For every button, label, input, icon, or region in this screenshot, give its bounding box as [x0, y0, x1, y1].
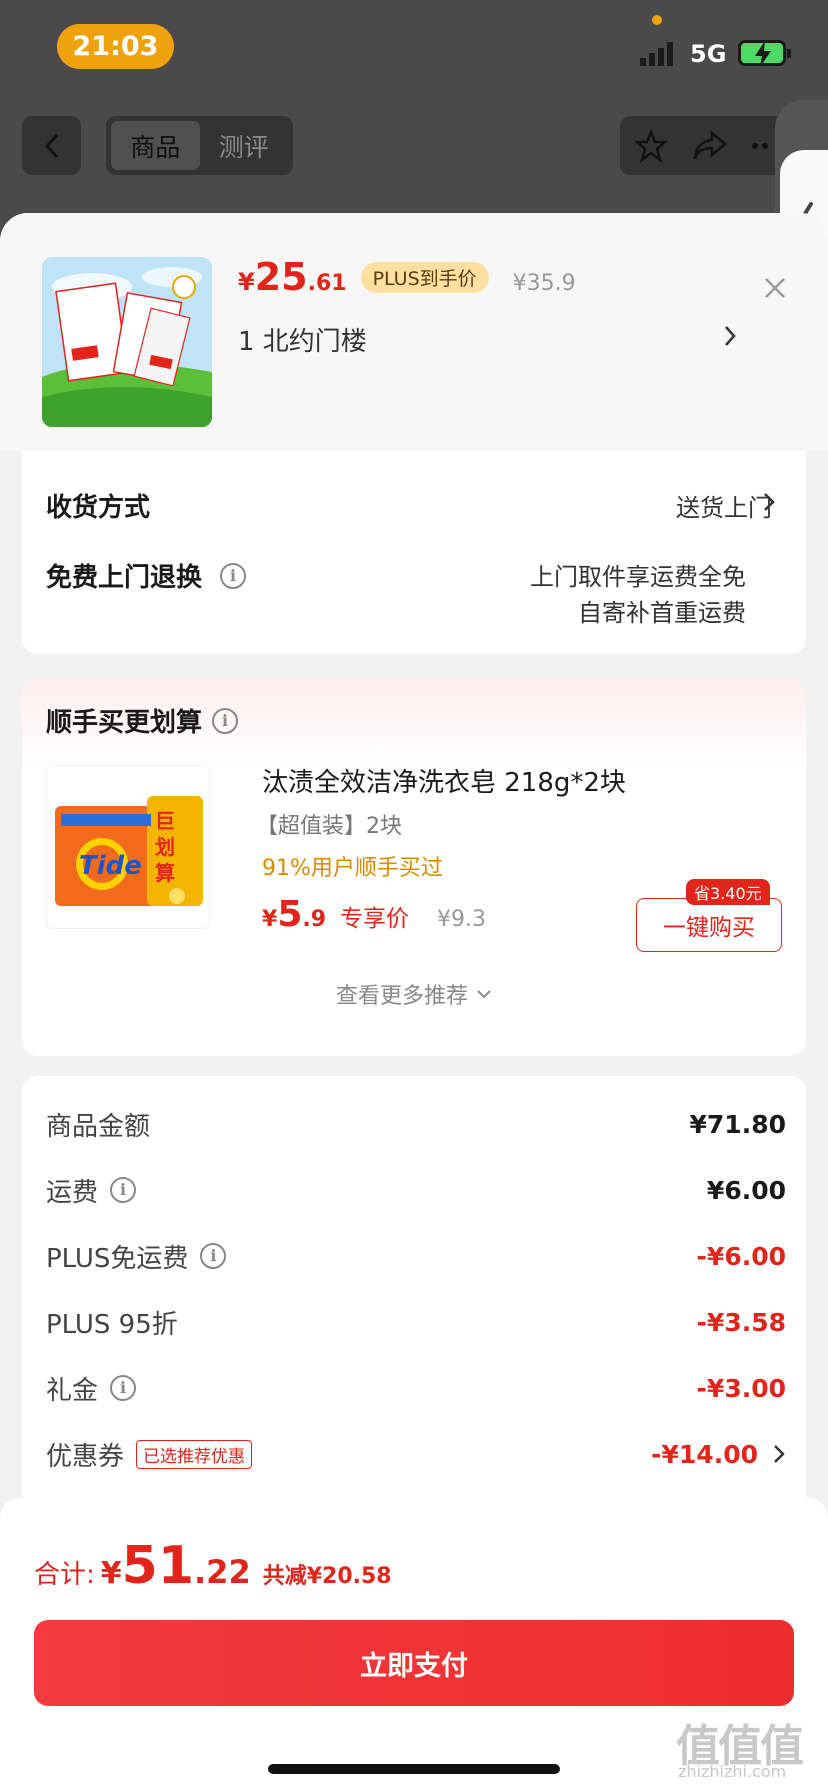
info-icon[interactable]: i [110, 1177, 137, 1203]
signal-icon [640, 42, 673, 66]
free-return-line2: 自寄补首重运费 [578, 599, 746, 627]
chevron-left-icon [44, 133, 58, 158]
delivery-method-label: 收货方式 [46, 493, 151, 523]
share-icon[interactable] [692, 129, 728, 163]
info-icon[interactable]: i [212, 707, 239, 734]
one-click-buy-button[interactable]: 一键购买 [636, 898, 782, 952]
free-return-line1: 上门取件享运费全免 [530, 563, 746, 591]
total-decimal: .22 [194, 1553, 251, 1591]
summary-row-gift-money: 礼金 i -¥3.00 [46, 1373, 786, 1406]
exclusive-price-tag: 专享价 [340, 906, 410, 932]
sheet-price: ¥ 25 .61 PLUS到手价 ¥35.9 [238, 255, 576, 299]
total-integer: 51 [121, 1536, 195, 1596]
summary-row-shipping: 运费 i ¥6.00 [46, 1175, 786, 1208]
total-discount: 共减¥20.58 [262, 1564, 392, 1589]
summary-row-subtotal: 商品金额 ¥71.80 [46, 1109, 786, 1142]
add-on-price: ¥ 5 .9 专享价 ¥9.3 [262, 894, 487, 935]
battery-icon [738, 40, 791, 67]
status-time: 21:03 [57, 24, 174, 69]
tab-product[interactable]: 商品 [111, 121, 200, 170]
summary-row-plus-free-shipping: PLUS免运费 i -¥6.00 [46, 1241, 786, 1274]
total-label: 合计: [34, 1560, 95, 1590]
checkout-footer: 合计: ¥ 51 .22 共减¥20.58 立即支付 值值值 zhizhizhi… [0, 1498, 828, 1792]
info-icon[interactable]: i [110, 1375, 137, 1401]
svg-text:算: 算 [155, 861, 175, 885]
see-more-recommendations[interactable]: 查看更多推荐 [22, 978, 806, 1010]
chevron-down-icon [477, 990, 491, 999]
tab-review[interactable]: 测评 [200, 121, 289, 170]
svg-text:巨: 巨 [155, 809, 175, 833]
privacy-indicator-dot [652, 15, 662, 25]
add-on-social-proof: 91%用户顺手买过 [262, 856, 443, 881]
add-on-original-price: ¥9.3 [437, 907, 487, 932]
svg-text:划: 划 [155, 835, 175, 859]
more-icon[interactable] [752, 141, 772, 151]
order-summary-card: 商品金额 ¥71.80 运费 i ¥6.00 PLUS免运费 i -¥6.00 PL… [22, 1076, 806, 1536]
original-price: ¥35.9 [512, 271, 576, 296]
delivery-card: 收货方式 送货上门 免费上门退换 i 上门取件享运费全免 自寄补首重运费 [22, 451, 806, 654]
add-on-product-name[interactable]: 汰渍全效洁净洗衣皂 218g*2块 [262, 762, 626, 799]
info-icon[interactable]: i [220, 562, 247, 589]
svg-text:Tide: Tide [79, 851, 142, 881]
watermark-url: zhizhizhi.com [678, 1762, 787, 1781]
pay-now-button[interactable]: 立即支付 [34, 1620, 794, 1706]
free-return-label: 免费上门退换 [46, 563, 203, 593]
sheet-header: ¥ 25 .61 PLUS到手价 ¥35.9 1 北约门楼 [0, 213, 828, 451]
summary-row-coupon[interactable]: 优惠券 已选推荐优惠 -¥14.00 [46, 1434, 786, 1474]
add-on-title: 顺手买更划算 [46, 708, 203, 738]
free-return-row: 免费上门退换 i [46, 557, 247, 594]
star-icon[interactable] [634, 128, 668, 163]
add-on-card: 顺手买更划算 i Tide 巨 划 算 汰渍全效洁净洗衣皂 218g*2块 【超… [22, 678, 806, 1056]
chevron-right-icon[interactable] [762, 491, 776, 513]
save-amount-tag: 省3.40元 [686, 879, 770, 905]
product-thumbnail [42, 257, 212, 427]
nav-tabs: 商品 测评 [106, 116, 293, 175]
close-icon[interactable] [762, 275, 788, 301]
delivery-method-value[interactable]: 送货上门 [676, 488, 772, 523]
add-on-spec: 【超值装】2块 [256, 814, 402, 839]
add-on-product-image[interactable]: Tide 巨 划 算 [46, 765, 210, 929]
summary-row-plus-discount: PLUS 95折 -¥3.58 [46, 1307, 786, 1340]
add-on-title-row: 顺手买更划算 i [46, 702, 239, 739]
delivery-address[interactable]: 1 北约门楼 [238, 321, 367, 358]
back-button[interactable] [22, 116, 81, 175]
chevron-right-icon[interactable] [722, 323, 738, 349]
chevron-right-icon[interactable] [772, 1443, 786, 1465]
network-type: 5G [690, 40, 727, 68]
home-indicator[interactable] [268, 1764, 560, 1774]
info-icon[interactable]: i [200, 1243, 227, 1269]
coupon-selected-tag: 已选推荐优惠 [136, 1439, 253, 1469]
plus-price-badge: PLUS到手价 [360, 262, 489, 293]
order-total: 合计: ¥ 51 .22 共减¥20.58 [34, 1536, 392, 1596]
